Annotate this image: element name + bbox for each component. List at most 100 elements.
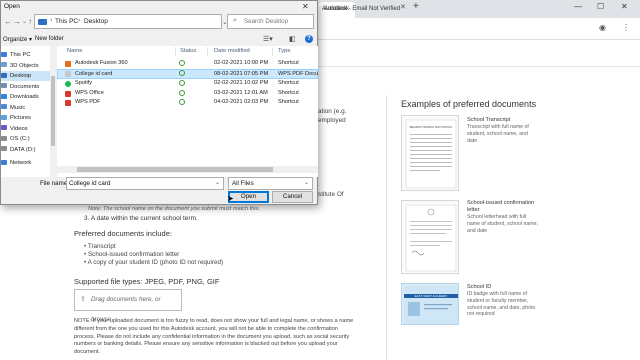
list-item: • Transcript: [84, 243, 116, 250]
profile-icon[interactable]: ◉: [599, 23, 606, 32]
letter-thumbnail: [401, 200, 459, 274]
new-folder-button[interactable]: New folder: [35, 36, 64, 42]
example-desc: ID badge with full name of student or fa…: [467, 291, 536, 318]
breadcrumb-this-pc[interactable]: This PC: [55, 18, 78, 25]
nav-item-3d-objects[interactable]: 3D Objects: [1, 61, 55, 71]
tab-close-icon[interactable]: ✕: [400, 3, 406, 11]
nav-item-documents[interactable]: Documents: [1, 82, 55, 92]
transcript-thumbnail: BELMONT CENTRAL HIGH SCHOOL: [401, 115, 459, 191]
school-name-note: Note: The school name on the document yo…: [88, 206, 260, 212]
file-name-input[interactable]: College id card ⌄: [66, 177, 224, 190]
spotify-icon: [65, 81, 71, 87]
examples-title: Examples of preferred documents: [401, 99, 537, 109]
file-name-value: College id card: [69, 180, 111, 187]
upload-icon: ⇪: [80, 296, 86, 303]
pdf-file-icon: [65, 71, 71, 77]
drive-icon: [1, 146, 7, 152]
organize-button[interactable]: Organize ▾: [3, 36, 32, 43]
pc-icon: [1, 51, 7, 57]
help-icon[interactable]: ?: [305, 35, 313, 43]
table-row-selected[interactable]: College id card 08-02-2021 07:05 PM WPS …: [57, 69, 318, 79]
svg-text:BELMONT CENTRAL HIGH SCHOOL: BELMONT CENTRAL HIGH SCHOOL: [410, 126, 453, 129]
page-text-fragment: stitute Of: [318, 191, 344, 198]
search-icon: ⌕: [233, 17, 237, 24]
open-file-dialog: Open ✕ ← → ⌄ ↑ › This PC › Desktop ⌄ ↻ ⌕…: [0, 0, 318, 205]
dialog-close-icon[interactable]: ✕: [302, 2, 309, 11]
table-row[interactable]: WPS Office 03-02-2021 12:01 AM Shortcut: [57, 89, 318, 99]
chevron-down-icon[interactable]: ⌄: [215, 178, 220, 189]
cancel-button[interactable]: Cancel: [272, 191, 313, 203]
address-bar[interactable]: › This PC › Desktop ⌄ ↻: [34, 14, 247, 29]
navigation-pane: This PC 3D Objects Desktop Documents Dow…: [1, 46, 56, 177]
pictures-icon: [1, 114, 7, 120]
list-item: • School-issued confirmation letter: [84, 251, 180, 258]
column-header-date[interactable]: Date modified: [214, 48, 250, 54]
desktop-icon: [1, 72, 7, 78]
maximize-button[interactable]: ☐: [597, 2, 604, 11]
file-name-label: File name:: [40, 180, 69, 187]
search-input[interactable]: ⌕ Search Desktop: [227, 14, 314, 29]
nav-item-this-pc[interactable]: This PC: [1, 50, 55, 60]
nav-item-data-d[interactable]: DATA (D:): [1, 145, 55, 155]
sync-status-icon: [179, 99, 185, 105]
nav-item-downloads[interactable]: Downloads: [1, 92, 55, 102]
file-types-text: Supported file types: JPEG, PDF, PNG, GI…: [74, 277, 220, 286]
minimize-button[interactable]: —: [574, 2, 582, 11]
up-arrow-icon[interactable]: ↑: [28, 17, 32, 26]
column-header-name[interactable]: Name: [67, 48, 82, 54]
table-row[interactable]: WPS PDF 04-02-2021 02:03 PM Shortcut: [57, 98, 318, 108]
network-icon: [1, 159, 7, 165]
column-header-status[interactable]: Status: [180, 48, 196, 54]
list-item: • A copy of your student ID (photo ID no…: [84, 259, 224, 266]
forward-arrow-icon[interactable]: →: [13, 17, 21, 26]
nav-scrollbar[interactable]: [50, 46, 56, 177]
menu-icon[interactable]: ⋮: [622, 23, 630, 32]
preview-pane-icon[interactable]: ◧: [289, 35, 296, 43]
back-arrow-icon[interactable]: ←: [4, 17, 12, 26]
nav-item-os-c[interactable]: OS (C:): [1, 134, 55, 144]
scrollbar-thumb[interactable]: [51, 76, 55, 146]
preferred-docs-title: Preferred documents include:: [74, 229, 172, 238]
table-row[interactable]: Autodesk Fusion 360 02-02-2021 10:00 PM …: [57, 59, 318, 69]
recent-chevron-icon[interactable]: ⌄: [22, 18, 27, 25]
example-title: School Transcript: [467, 117, 511, 123]
tab-email-not-verified[interactable]: Autodesk - Email Not Verified: [322, 2, 400, 18]
folder-icon: [38, 19, 47, 25]
svg-text:EAST WEST ACADEMY: EAST WEST ACADEMY: [415, 294, 448, 298]
nav-item-desktop[interactable]: Desktop: [1, 71, 55, 81]
example-desc: School letterhead with full name of stud…: [467, 214, 538, 234]
school-id-thumbnail: EAST WEST ACADEMY: [401, 283, 459, 325]
music-icon: [1, 104, 7, 110]
scrollbar-thumb[interactable]: [77, 167, 273, 172]
close-window-button[interactable]: ✕: [621, 2, 628, 11]
file-type-value: All Files: [232, 180, 254, 187]
example-title: School ID: [467, 284, 492, 290]
page-text-fragment: employed: [318, 117, 346, 124]
view-options-icon[interactable]: ☰▾: [263, 35, 273, 43]
chevron-down-icon: ⌄: [303, 180, 309, 186]
mouse-cursor-icon: ➤: [227, 194, 234, 203]
sync-status-icon: [179, 70, 185, 76]
sync-status-icon: [179, 60, 185, 66]
drive-icon: [1, 135, 7, 141]
file-type-select[interactable]: All Files ⌄: [228, 177, 313, 190]
table-row[interactable]: Spotify 02-02-2021 10:02 PM Shortcut: [57, 79, 318, 89]
search-placeholder: Search Desktop: [244, 18, 289, 25]
nav-item-videos[interactable]: Videos: [1, 124, 55, 134]
nav-item-network[interactable]: Network: [1, 158, 55, 168]
upload-dropzone[interactable]: ⇪ Drag documents here, or browse: [74, 289, 182, 323]
horizontal-scrollbar[interactable]: [57, 166, 318, 173]
new-tab-button[interactable]: +: [413, 1, 419, 12]
wps-office-icon: [65, 90, 71, 97]
page-text-fragment: ation (e.g.: [318, 108, 347, 115]
requirement-date: 3. A date within the current school term…: [84, 215, 198, 222]
breadcrumb-desktop[interactable]: Desktop: [84, 18, 108, 25]
nav-item-pictures[interactable]: Pictures: [1, 113, 55, 123]
sync-status-icon: [179, 80, 185, 86]
nav-item-music[interactable]: Music: [1, 103, 55, 113]
upload-notice: NOTE: If your uploaded document is too f…: [74, 318, 354, 356]
column-header-type[interactable]: Type: [278, 48, 291, 54]
example-title: School-issued confirmation letter: [467, 200, 535, 213]
cube-icon: [1, 62, 7, 68]
open-button[interactable]: Open: [228, 191, 269, 203]
